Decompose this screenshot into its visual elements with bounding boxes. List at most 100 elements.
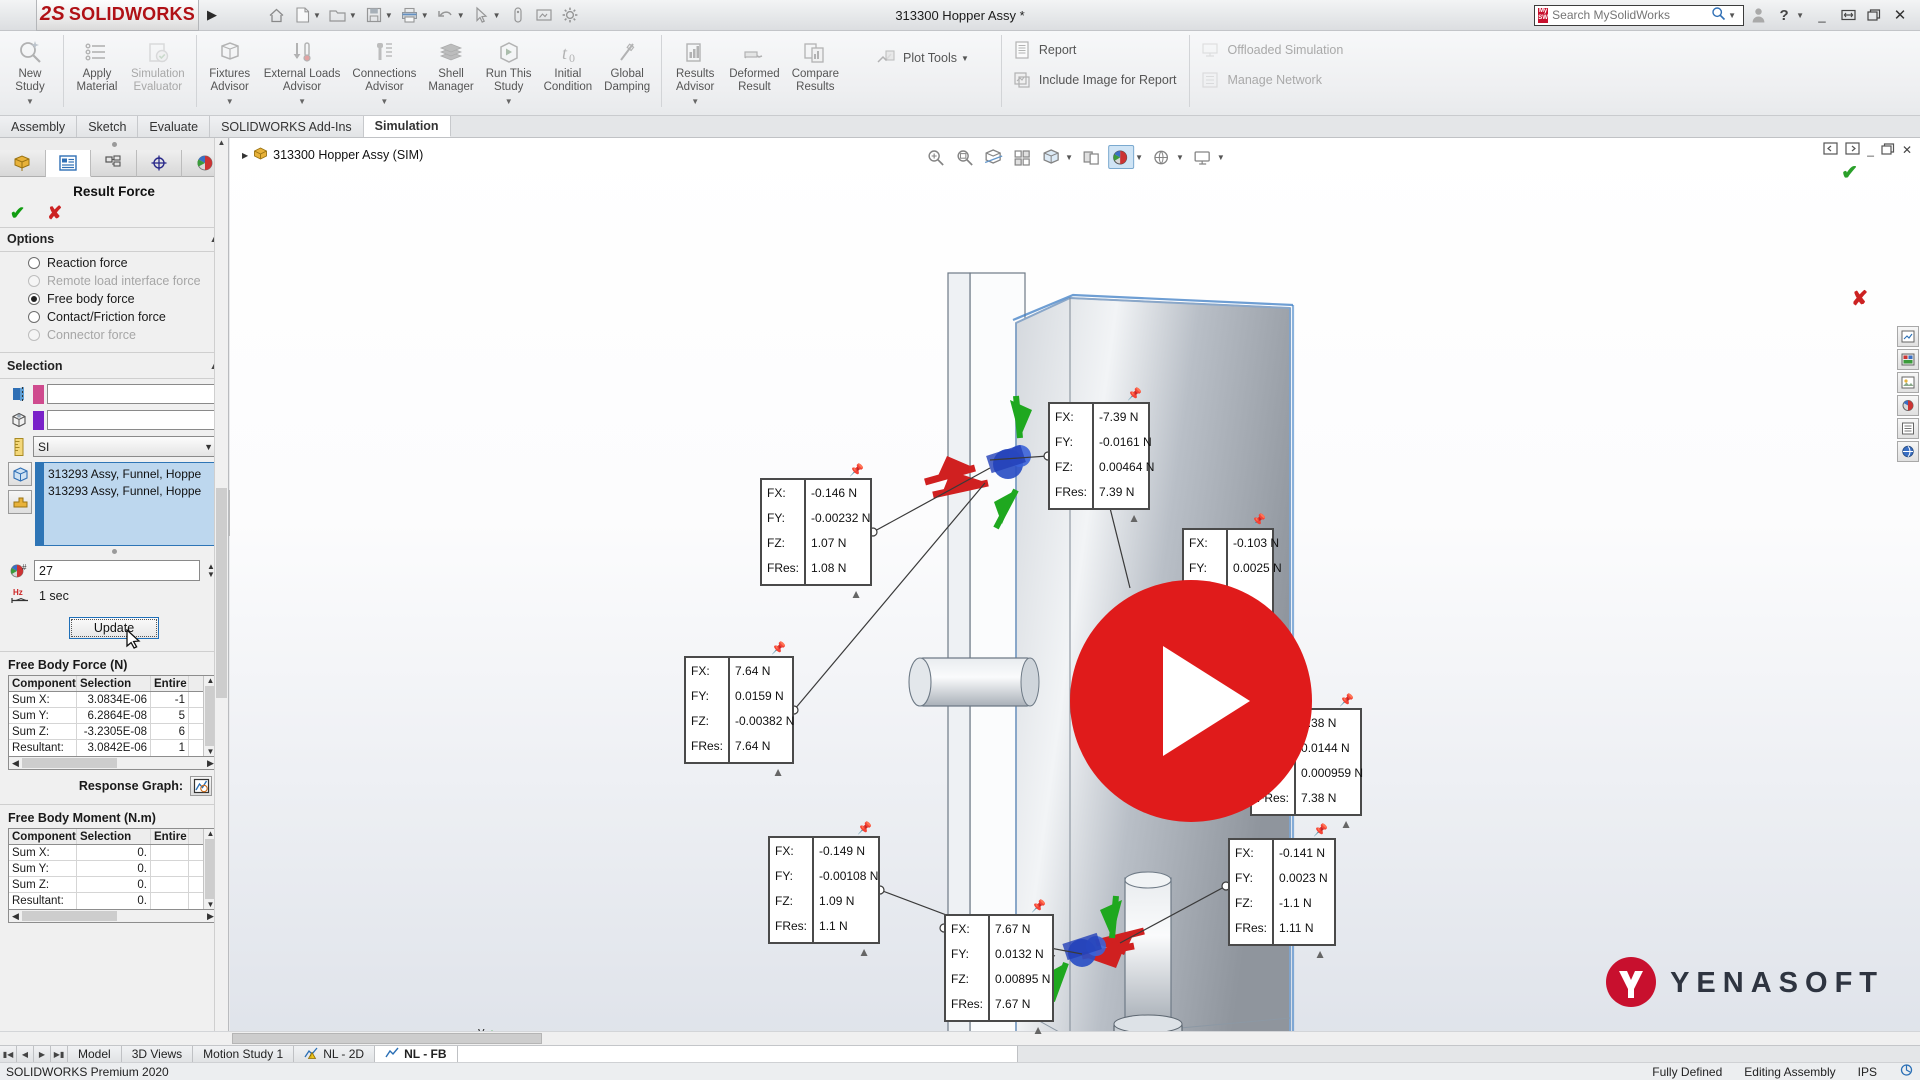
free-body-moment-horizontal-scrollbar[interactable]: ◀ ▶ — [8, 910, 218, 923]
configuration-manager-tab[interactable] — [91, 150, 137, 177]
callout-collapse-icon[interactable]: ▲ — [1032, 1023, 1044, 1037]
tab-nav-first[interactable]: ▮◀ — [0, 1046, 17, 1062]
print-icon[interactable] — [397, 2, 423, 28]
force-callout[interactable]: 📌 FX: FY: FZ: FRes: 7.67 N 0.0132 N 0.00… — [944, 899, 1054, 1037]
tab-nav-next[interactable]: ▶ — [34, 1046, 51, 1062]
force-callout[interactable]: 📌 FX: FY: FZ: FRes: -0.149 N -0.00108 N … — [768, 821, 880, 959]
table-row[interactable]: Sum X: 3.0834E-06 -1 — [9, 692, 203, 708]
search-icon[interactable] — [1711, 6, 1726, 24]
shell-manager-button[interactable]: Shell Manager — [422, 33, 479, 94]
status-refresh-icon[interactable] — [1899, 1063, 1914, 1080]
menu-expand-arrow-icon[interactable]: ▶ — [207, 7, 217, 23]
plot-tools-dropdown-icon[interactable]: ▼ — [961, 54, 969, 63]
list-resize-handle[interactable] — [111, 549, 117, 554]
results-advisor-dropdown-icon[interactable]: ▼ — [691, 95, 699, 108]
pin-icon[interactable]: 📌 — [1031, 899, 1046, 913]
new-study-button[interactable]: New Study ▼ — [2, 33, 58, 108]
simulation-evaluator-button[interactable]: Simulation Evaluator — [125, 33, 191, 94]
fixtures-advisor-dropdown-icon[interactable]: ▼ — [226, 95, 234, 108]
search-input[interactable] — [1552, 8, 1708, 22]
option-remote-load-interface-force[interactable]: Remote load interface force — [0, 272, 228, 290]
options-section-header[interactable]: Options ▲ — [0, 228, 228, 249]
tab-sketch[interactable]: Sketch — [77, 116, 139, 137]
apply-material-button[interactable]: Apply Material — [69, 33, 125, 94]
save-icon[interactable] — [361, 2, 387, 28]
pin-icon[interactable]: 📌 — [849, 463, 864, 477]
tab-nav-last[interactable]: ▶▮ — [51, 1046, 68, 1062]
units-select[interactable]: SI ▼ — [33, 436, 218, 457]
table-row[interactable]: Sum Y: 0. — [9, 861, 203, 877]
panel-scroll-thumb[interactable] — [216, 487, 227, 698]
maximize-button[interactable] — [1862, 4, 1886, 26]
plot-tools-button[interactable]: Plot Tools ▼ — [871, 45, 981, 71]
offloaded-simulation-button[interactable]: Offloaded Simulation — [1195, 37, 1351, 63]
select-component-icon[interactable] — [8, 490, 32, 514]
home-icon[interactable] — [263, 2, 289, 28]
hscroll-left-icon[interactable]: ◀ — [9, 911, 22, 922]
face-selection-field[interactable] — [47, 384, 218, 404]
list-item[interactable]: 313293 Assy, Funnel, Hoppe — [48, 483, 213, 500]
section-properties-icon[interactable] — [531, 2, 557, 28]
panel-grip-handle[interactable] — [0, 138, 228, 150]
connections-advisor-button[interactable]: Connections Advisor ▼ — [346, 33, 422, 108]
bottom-tab-motion-study-1[interactable]: Motion Study 1 — [193, 1046, 295, 1062]
option-contact-friction-force[interactable]: Contact/Friction force — [0, 308, 228, 326]
minimize-button[interactable]: _ — [1810, 4, 1834, 26]
initial-condition-button[interactable]: t0 Initial Condition — [538, 33, 599, 94]
graphics-horizontal-scrollbar[interactable] — [0, 1031, 1920, 1045]
pin-icon[interactable]: 📌 — [771, 641, 786, 655]
table-row[interactable]: Sum Z: 0. — [9, 877, 203, 893]
confirm-button[interactable]: ✔ — [10, 204, 25, 222]
body-selection-field[interactable] — [47, 410, 218, 430]
bottom-tab-model[interactable]: Model — [68, 1046, 122, 1062]
new-document-icon[interactable] — [289, 2, 315, 28]
pin-icon[interactable]: 📌 — [1251, 513, 1266, 527]
user-account-icon[interactable] — [1746, 4, 1770, 26]
tab-evaluate[interactable]: Evaluate — [138, 116, 211, 137]
table-row[interactable]: Resultant: 3.0842E-06 1 — [9, 740, 203, 756]
run-this-study-button[interactable]: Run This Study ▼ — [480, 33, 538, 108]
graphics-viewport[interactable]: ▶ 313300 Hopper Assy (SIM) ▼ ▼ ▼ ▼ _ ✕ ✔… — [230, 138, 1920, 1045]
entity-selection-list[interactable]: 313293 Assy, Funnel, Hoppe 313293 Assy, … — [35, 462, 218, 546]
table-row[interactable]: Sum X: 0. — [9, 845, 203, 861]
search-dropdown-icon[interactable]: ▼ — [1728, 11, 1736, 20]
pin-icon[interactable]: 📌 — [1127, 387, 1142, 401]
select-arrow-icon[interactable] — [469, 2, 495, 28]
feature-manager-tab[interactable] — [0, 150, 46, 177]
run-this-study-dropdown-icon[interactable]: ▼ — [505, 95, 513, 108]
report-button[interactable]: Report — [1007, 37, 1085, 63]
callout-collapse-icon[interactable]: ▲ — [1314, 947, 1326, 961]
search-box[interactable]: My SW ▼ — [1534, 4, 1745, 26]
table-row[interactable]: Sum Z: -3.2305E-08 6 — [9, 724, 203, 740]
callout-collapse-icon[interactable]: ▲ — [1128, 511, 1140, 525]
tab-nav-prev[interactable]: ◀ — [17, 1046, 34, 1062]
global-damping-button[interactable]: Global Damping — [598, 33, 656, 94]
callout-collapse-icon[interactable]: ▲ — [850, 587, 862, 601]
close-button[interactable]: ✕ — [1888, 4, 1912, 26]
update-button[interactable]: Update — [69, 617, 159, 639]
option-connector-force[interactable]: Connector force — [0, 326, 228, 344]
help-icon[interactable]: ? — [1772, 4, 1796, 26]
fixtures-advisor-button[interactable]: Fixtures Advisor ▼ — [202, 33, 258, 108]
hscroll-thumb[interactable] — [22, 911, 117, 921]
callout-collapse-icon[interactable]: ▲ — [772, 765, 784, 779]
undo-icon[interactable] — [433, 2, 459, 28]
force-callout[interactable]: 📌 FX: FY: FZ: FRes: -7.39 N -0.0161 N 0.… — [1048, 387, 1154, 525]
step-number-input[interactable]: 27 — [34, 560, 200, 581]
select-body-icon[interactable] — [8, 462, 32, 486]
new-study-dropdown-icon[interactable]: ▼ — [26, 95, 34, 108]
response-graph-button[interactable] — [190, 776, 212, 796]
options-gear-icon[interactable] — [557, 2, 583, 28]
play-button-overlay[interactable] — [1070, 580, 1312, 822]
selection-section-header[interactable]: Selection ▲ — [0, 355, 228, 376]
tab-assembly[interactable]: Assembly — [0, 116, 78, 137]
pin-icon[interactable]: 📌 — [857, 821, 872, 835]
pin-icon[interactable]: 📌 — [1313, 823, 1328, 837]
solidworks-logo[interactable]: 2S SOLIDWORKS — [36, 0, 199, 31]
table-row[interactable]: Resultant: 0. — [9, 893, 203, 909]
tab-simulation[interactable]: Simulation — [363, 116, 451, 137]
graphics-hscroll-thumb[interactable] — [232, 1033, 542, 1044]
manage-network-button[interactable]: Manage Network — [1195, 67, 1330, 93]
external-loads-advisor-button[interactable]: External Loads Advisor ▼ — [258, 33, 347, 108]
force-callout[interactable]: 📌 FX: FY: FZ: FRes: -0.141 N 0.0023 N -1… — [1228, 823, 1336, 961]
